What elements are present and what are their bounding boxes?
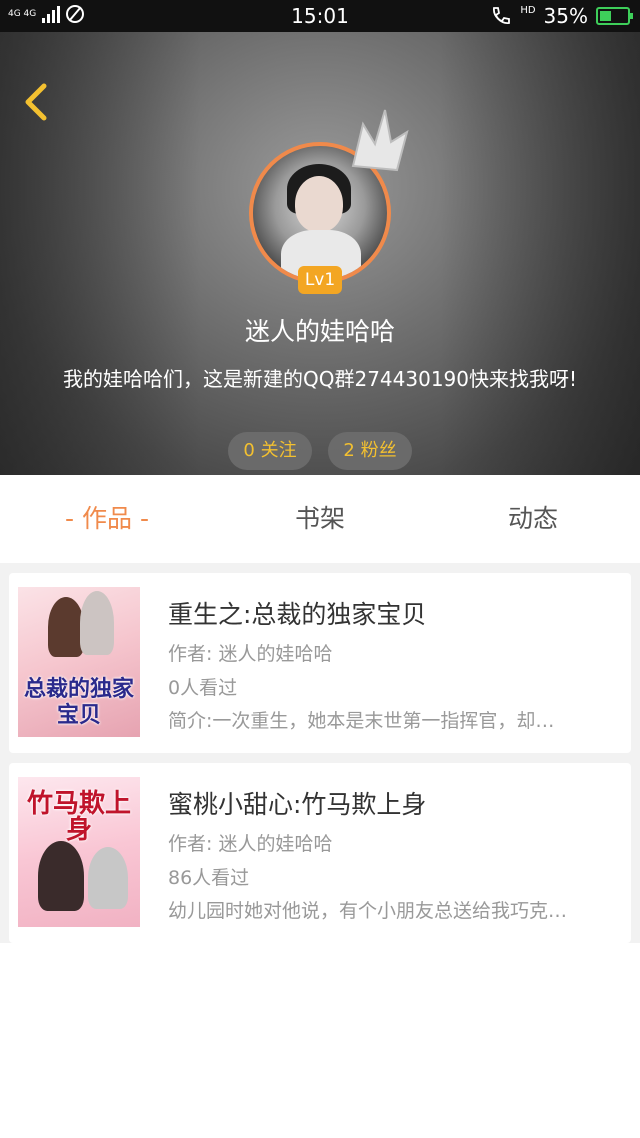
work-views: 0人看过 (168, 677, 238, 699)
tab-bookshelf[interactable]: 书架 (232, 475, 408, 563)
profile-header: Lv1 迷人的娃哈哈 我的娃哈哈们，这是新建的QQ群274430190快来找我呀… (0, 32, 640, 475)
battery-level (600, 11, 611, 21)
work-author: 作者: 迷人的娃哈哈 (168, 833, 333, 855)
work-views: 86人看过 (168, 867, 250, 889)
work-summary: 简介:一次重生，她本是末世第一指挥官，却… (168, 710, 555, 732)
avatar-container[interactable]: Lv1 (249, 109, 409, 294)
book-cover: 竹马欺上身 (18, 777, 140, 927)
status-bar: 4G 4G 15:01 HD 35% (0, 0, 640, 32)
crown-icon (351, 109, 409, 172)
cover-figure (80, 591, 114, 655)
profile-tabs: - 作品 - 书架 动态 (0, 475, 640, 563)
battery-percent: 35% (543, 4, 588, 28)
cover-title: 总裁的独家宝贝 (24, 677, 135, 728)
cover-figure (48, 597, 84, 657)
chevron-left-icon (25, 83, 47, 121)
user-name: 迷人的娃哈哈 (244, 317, 395, 346)
work-card[interactable]: 总裁的独家宝贝 重生之:总裁的独家宝贝 作者: 迷人的娃哈哈 0人看过 简介:一… (9, 573, 631, 753)
cover-figure (38, 841, 84, 911)
phone-call-icon (493, 7, 511, 24)
work-author: 作者: 迷人的娃哈哈 (168, 643, 333, 665)
work-summary: 幼儿园时她对他说，有个小朋友总送给我巧克… (168, 900, 568, 922)
following-count-button[interactable]: 0 关注 (228, 432, 312, 470)
battery-icon (596, 7, 633, 25)
avatar-face (295, 176, 343, 232)
status-right: HD 35% (490, 4, 633, 28)
cover-figure (88, 847, 128, 909)
header-shade-right (440, 32, 640, 475)
work-card[interactable]: 竹马欺上身 蜜桃小甜心:竹马欺上身 作者: 迷人的娃哈哈 86人看过 幼儿园时她… (9, 763, 631, 943)
empty-area (0, 943, 640, 1138)
user-intro: 我的娃哈哈们，这是新建的QQ群274430190快来找我呀! (62, 367, 578, 391)
level-badge: Lv1 (298, 266, 342, 294)
work-title: 重生之:总裁的独家宝贝 (168, 600, 427, 629)
fans-count-button[interactable]: 2 粉丝 (328, 432, 412, 470)
back-button[interactable] (22, 82, 50, 122)
book-cover: 总裁的独家宝贝 (18, 587, 140, 737)
work-title: 蜜桃小甜心:竹马欺上身 (168, 790, 427, 819)
cover-title: 竹马欺上身 (26, 789, 131, 845)
tab-activity[interactable]: 动态 (446, 475, 620, 563)
works-list: 总裁的独家宝贝 重生之:总裁的独家宝贝 作者: 迷人的娃哈哈 0人看过 简介:一… (0, 563, 640, 943)
hd-indicator: HD (520, 4, 536, 16)
tab-works[interactable]: - 作品 - (20, 475, 194, 563)
